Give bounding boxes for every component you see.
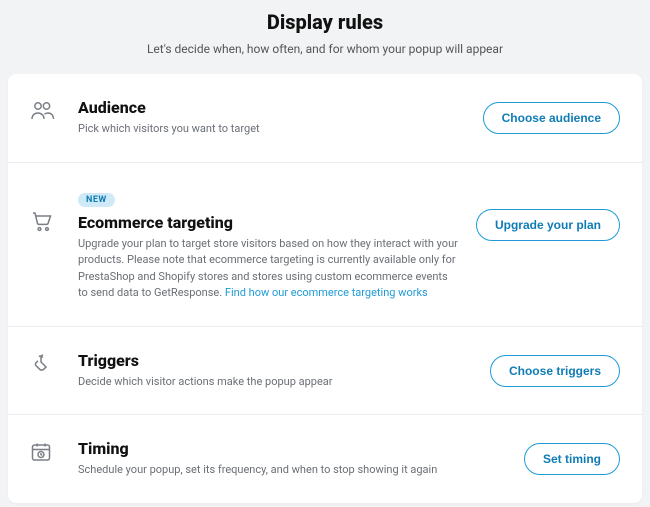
audience-content: Audience Pick which visitors you want to… <box>78 98 483 138</box>
ecommerce-title: Ecommerce targeting <box>78 213 460 232</box>
triggers-desc: Decide which visitor actions make the po… <box>78 374 474 391</box>
set-timing-button[interactable]: Set timing <box>524 443 620 475</box>
audience-icon <box>30 98 78 122</box>
triggers-title: Triggers <box>78 351 474 370</box>
triggers-icon <box>30 351 78 377</box>
audience-desc: Pick which visitors you want to target <box>78 121 467 138</box>
ecommerce-content: NEW Ecommerce targeting Upgrade your pla… <box>78 187 476 302</box>
choose-audience-button[interactable]: Choose audience <box>483 102 620 134</box>
section-ecommerce: NEW Ecommerce targeting Upgrade your pla… <box>8 163 642 327</box>
page-header: Display rules Let's decide when, how oft… <box>0 0 650 74</box>
ecommerce-desc: Upgrade your plan to target store visito… <box>78 236 460 302</box>
page-title: Display rules <box>0 10 650 34</box>
page-subtitle: Let's decide when, how often, and for wh… <box>0 42 650 56</box>
timing-content: Timing Schedule your popup, set its freq… <box>78 439 524 479</box>
section-timing: Timing Schedule your popup, set its freq… <box>8 415 642 503</box>
calendar-icon <box>30 439 78 463</box>
upgrade-plan-button[interactable]: Upgrade your plan <box>476 209 620 241</box>
triggers-content: Triggers Decide which visitor actions ma… <box>78 351 490 391</box>
choose-triggers-button[interactable]: Choose triggers <box>490 355 620 387</box>
section-audience: Audience Pick which visitors you want to… <box>8 74 642 163</box>
ecommerce-learn-link[interactable]: Find how our ecommerce targeting works <box>225 286 428 299</box>
rules-card: Audience Pick which visitors you want to… <box>8 74 642 503</box>
cart-icon <box>30 187 78 233</box>
section-triggers: Triggers Decide which visitor actions ma… <box>8 327 642 416</box>
timing-title: Timing <box>78 439 508 458</box>
audience-title: Audience <box>78 98 467 117</box>
new-badge: NEW <box>78 193 115 207</box>
timing-desc: Schedule your popup, set its frequency, … <box>78 462 508 479</box>
